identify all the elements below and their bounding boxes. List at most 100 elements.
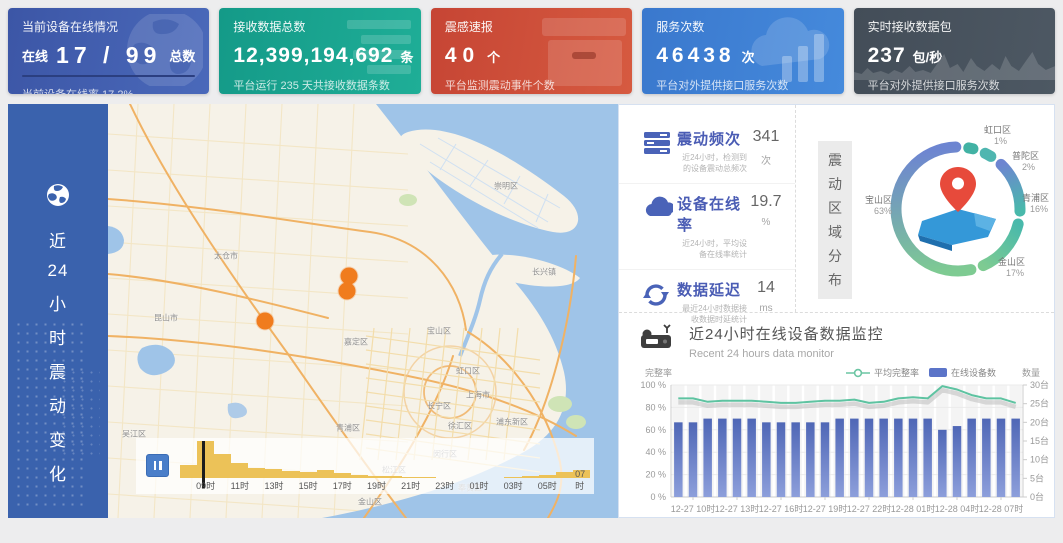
monitor-bar[interactable]: [967, 419, 976, 497]
monitor-bar[interactable]: [997, 419, 1006, 497]
data-total-unit: 条: [400, 47, 413, 66]
card-footer: 平台对外提供接口服务次数: [656, 77, 829, 93]
map-place-label: 上海市: [466, 390, 490, 401]
legend-avg-completeness[interactable]: 平均完整率: [846, 366, 919, 379]
card-service-count[interactable]: 服务次数 46438次 平台对外提供接口服务次数: [642, 8, 843, 94]
seismograph-icon: [639, 323, 677, 356]
card-footer: 平台运行 235 天共接收数据条数: [233, 77, 406, 93]
monitor-bar[interactable]: [865, 419, 874, 497]
monitor-bar[interactable]: [689, 422, 698, 497]
stat-subtitle: 近24小时，平均设备在线率统计: [677, 238, 747, 260]
card-footer: 平台监测震动事件个数: [445, 77, 618, 93]
stat-cards-row: 当前设备在线情况 在线 17 / 99 总数 当前设备在线率 17.2% 接收数…: [8, 8, 1055, 94]
card-data-total[interactable]: 接收数据总数 12,399,194,692条 平台运行 235 天共接收数据条数: [219, 8, 420, 94]
svg-text:20台: 20台: [1030, 416, 1049, 427]
map-place-label: 青浦区: [336, 423, 360, 434]
monitor-bar[interactable]: [674, 422, 683, 497]
donut-segment-普陀区[interactable]: [985, 153, 991, 156]
map-place-label: 宝山区: [427, 326, 451, 337]
monitor-bar[interactable]: [879, 419, 888, 497]
timeline-hour-label: 11时: [231, 479, 249, 492]
svg-text:80 %: 80 %: [645, 402, 666, 412]
donut-label-jinshan: 金山区17%: [998, 257, 1025, 279]
quake-marker[interactable]: [339, 283, 356, 300]
packet-rate-value: 237: [868, 44, 906, 68]
map-place-label: 徐汇区: [448, 421, 472, 432]
monitor-bar[interactable]: [703, 419, 712, 497]
card-footer: 当前设备在线率 17.2%: [22, 86, 195, 94]
legend-online-devices[interactable]: 在线设备数: [929, 366, 996, 379]
sidebar-title-char: 变: [49, 426, 67, 451]
timeline-hour-label: 01时: [469, 479, 488, 492]
quake-marker[interactable]: [257, 313, 274, 330]
card-title: 震感速报: [445, 18, 618, 35]
globe-icon: [45, 182, 71, 213]
timeline-bar: [556, 472, 573, 478]
monitor-bar[interactable]: [938, 430, 947, 497]
donut-title-char: 区: [828, 198, 842, 218]
monitor-bar[interactable]: [733, 419, 742, 497]
card-device-online[interactable]: 当前设备在线情况 在线 17 / 99 总数 当前设备在线率 17.2%: [8, 8, 209, 94]
donut-label-putuo: 普陀区2%: [1012, 151, 1039, 173]
total-label: 总数: [169, 46, 195, 65]
svg-text:12-27 10时: 12-27 10时: [671, 503, 716, 514]
monitor-bar[interactable]: [894, 419, 903, 497]
map-canvas[interactable]: 太仓市昆山市嘉定区宝山区崇明区长兴镇虹口区上海市长宁区徐汇区闵行区浦东新区松江区…: [108, 104, 618, 518]
monitor-bar[interactable]: [806, 422, 815, 497]
monitor-bar[interactable]: [1011, 419, 1020, 497]
svg-text:12-27 16时: 12-27 16时: [759, 503, 804, 514]
timeline-hour-label: 17时: [333, 479, 352, 492]
stat-title: 震动频次: [677, 128, 747, 149]
server-icon: [643, 131, 673, 160]
card-quake-report[interactable]: 震感速报 40个 平台监测震动事件个数: [431, 8, 632, 94]
main-area: 近24小时震动变化: [8, 104, 1055, 518]
card-footer: 平台对外提供接口服务次数: [868, 77, 1041, 93]
map-place-label: 太仓市: [214, 251, 238, 262]
timeline-hour-label: 15时: [299, 479, 318, 492]
timeline-bar: [351, 475, 368, 478]
card-title: 实时接收数据包: [868, 18, 1041, 35]
monitor-bar[interactable]: [923, 419, 932, 497]
monitor-bar[interactable]: [850, 419, 859, 497]
monitor-bar[interactable]: [982, 419, 991, 497]
sync-icon: [643, 282, 673, 313]
svg-text:5台: 5台: [1030, 472, 1044, 483]
donut-title-char: 分: [828, 246, 842, 266]
sidebar-24h-banner: 近24小时震动变化: [8, 104, 108, 518]
timeline-bar: [265, 469, 282, 478]
card-title: 接收数据总数: [233, 18, 406, 35]
svg-text:15台: 15台: [1030, 435, 1049, 446]
timeline-bar: [197, 441, 214, 478]
monitor-bar[interactable]: [718, 419, 727, 497]
quake-count-value: 40: [445, 44, 480, 68]
donut-title-char: 动: [828, 174, 842, 194]
stat-unit: 次: [747, 152, 785, 167]
map-place-label: 浦东新区: [496, 417, 528, 428]
monitor-bar[interactable]: [777, 422, 786, 497]
timeline-bar: [317, 470, 334, 478]
monitor-bar[interactable]: [835, 419, 844, 497]
svg-text:12-28 07时: 12-28 07时: [979, 503, 1024, 514]
svg-text:0 %: 0 %: [650, 492, 666, 502]
card-realtime-packets[interactable]: 实时接收数据包 237包/秒 平台对外提供接口服务次数: [854, 8, 1055, 94]
sidebar-title-char: 24: [48, 261, 69, 281]
map-place-label: 长宁区: [427, 401, 451, 412]
svg-text:20 %: 20 %: [645, 470, 666, 480]
svg-text:12-28 01时: 12-28 01时: [891, 503, 936, 514]
monitor-bar[interactable]: [953, 426, 962, 497]
monitor-bar[interactable]: [747, 419, 756, 497]
stat-value: 14: [747, 279, 785, 297]
card-divider: [22, 75, 195, 77]
sidebar-vertical-title: 近24小时震动变化: [48, 227, 69, 485]
monitor-chart-svg[interactable]: 100 %80 %60 %40 %20 %0 %30台25台20台15台10台5…: [631, 379, 1051, 525]
pause-button[interactable]: [146, 454, 169, 477]
sidebar-title-char: 小: [49, 290, 67, 315]
monitor-bar[interactable]: [791, 422, 800, 497]
svg-text:12-28 04时: 12-28 04时: [935, 503, 980, 514]
monitor-bar[interactable]: [909, 419, 918, 497]
monitor-bar[interactable]: [821, 422, 830, 497]
monitor-bar[interactable]: [762, 422, 771, 497]
donut-segment-虹口区[interactable]: [969, 148, 973, 149]
vibration-region-distribution: 震动区域分布 虹口区1% 普陀区2% 青浦区16% 金山区17% 宝山区63%: [796, 105, 1054, 312]
map-pin-icon: [918, 167, 996, 251]
